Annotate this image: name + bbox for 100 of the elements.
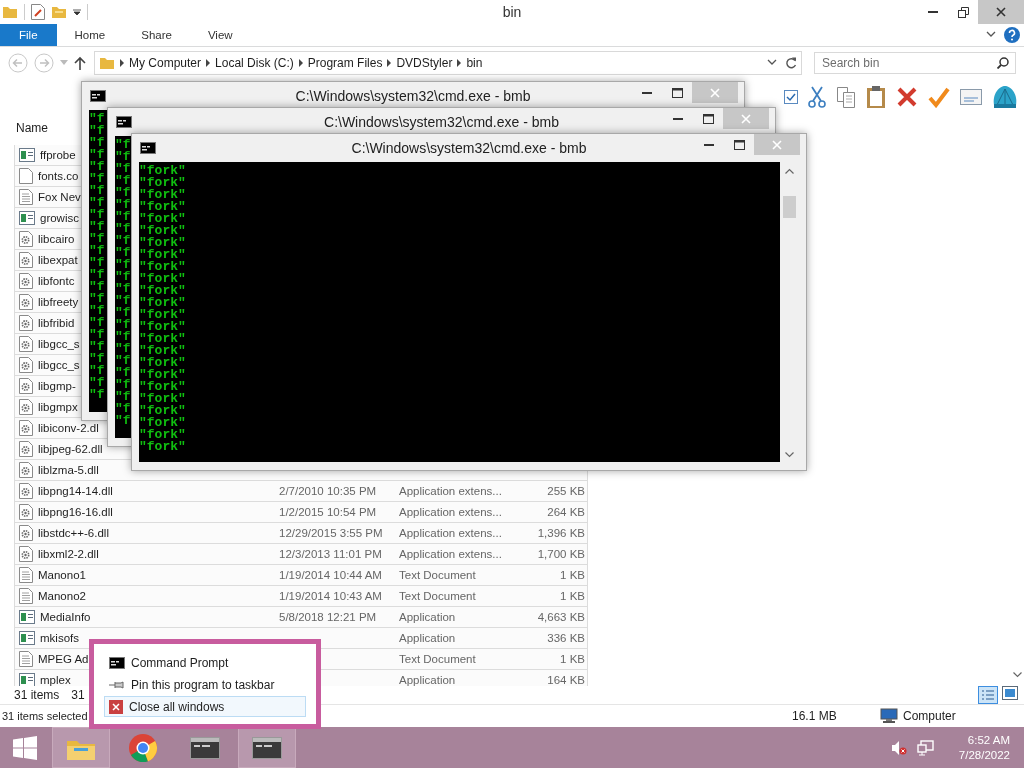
- search-field[interactable]: Search bin: [814, 52, 1016, 75]
- ribbon-tab[interactable]: Share: [123, 24, 190, 46]
- file-name: libpng16-16.dll: [38, 505, 113, 518]
- address-bar[interactable]: My Computer Local Disk (C:) Program Files DVDStyler bin: [94, 51, 802, 76]
- console-line: "f: [115, 211, 131, 223]
- breadcrumb-arrow-icon: [386, 59, 393, 68]
- ribbon-tab[interactable]: View: [189, 24, 251, 46]
- refresh-icon[interactable]: [785, 57, 797, 70]
- console-line: "f: [89, 329, 105, 341]
- breadcrumb[interactable]: Local Disk (C:): [215, 56, 294, 71]
- network-icon[interactable]: [916, 739, 935, 756]
- menu-item[interactable]: Pin this program to taskbar: [104, 674, 306, 695]
- scroll-up-icon[interactable]: [784, 168, 794, 174]
- dropdown-icon[interactable]: [73, 8, 81, 16]
- file-name: libgmp-: [38, 379, 76, 392]
- console-line: "f: [115, 139, 131, 151]
- file-name: MPEG Ad: [38, 652, 89, 665]
- file-name: mplex: [40, 673, 71, 686]
- thumbnail-view-icon[interactable]: [1002, 686, 1018, 701]
- file-size: 336 KB: [547, 631, 585, 644]
- close-icon: [996, 7, 1006, 17]
- details-view-icon[interactable]: [978, 686, 998, 705]
- column-header[interactable]: Name: [16, 120, 48, 135]
- console-line: "f: [115, 271, 131, 283]
- file-type: Text Document: [399, 568, 476, 581]
- breadcrumb-arrow-icon: [297, 59, 304, 68]
- help-icon[interactable]: [1004, 27, 1020, 43]
- file-name: libiconv-2.dl: [38, 421, 99, 434]
- application-icon: [19, 147, 35, 162]
- breadcrumb[interactable]: Program Files: [307, 56, 383, 71]
- ribbon-tab[interactable]: Home: [56, 24, 124, 46]
- console-line: "fork": [139, 249, 186, 261]
- console-line: "f: [89, 353, 105, 365]
- breadcrumb-arrow-icon: [456, 59, 463, 68]
- console-line: "f: [115, 235, 131, 247]
- taskbar-button[interactable]: [238, 727, 296, 768]
- breadcrumb-arrow-icon: [119, 59, 125, 68]
- console-line: "f: [89, 305, 105, 317]
- up-arrow-icon[interactable]: [74, 56, 86, 71]
- scrollbar-thumb[interactable]: [782, 196, 796, 218]
- file-name: libgcc_s: [38, 358, 80, 371]
- console-line: "f: [115, 319, 131, 331]
- breadcrumb[interactable]: My Computer: [129, 56, 202, 71]
- file-size: 1,396 KB: [537, 526, 585, 539]
- cmd-icon[interactable]: [190, 736, 220, 759]
- cmd-icon: [90, 90, 106, 102]
- check-box-icon[interactable]: [784, 89, 798, 104]
- file-type: Application: [399, 610, 456, 623]
- menu-item[interactable]: Command Prompt: [104, 652, 306, 673]
- file-name: MediaInfo: [40, 610, 91, 623]
- console-line: "f: [89, 209, 105, 221]
- application-icon: [19, 210, 35, 225]
- console-line: "fork": [139, 405, 186, 417]
- console-line: "fork": [139, 429, 186, 441]
- scroll-down-icon[interactable]: [784, 452, 794, 458]
- console-dialog[interactable]: [131, 133, 807, 471]
- console-line: "f: [89, 269, 105, 281]
- file-name: libgcc_s: [38, 337, 80, 350]
- envelope-icon[interactable]: [960, 88, 982, 105]
- console-line: "f: [89, 221, 105, 233]
- shell-icon[interactable]: [992, 84, 1018, 109]
- console-line: "f: [115, 199, 131, 211]
- cmd-icon[interactable]: [252, 736, 282, 759]
- file-name: libexpat: [38, 253, 78, 266]
- muted-speaker-icon[interactable]: [890, 739, 907, 756]
- scissors-icon[interactable]: [808, 85, 826, 108]
- file-name: fonts.co: [38, 169, 79, 182]
- chevron-down-icon[interactable]: [986, 31, 996, 39]
- breadcrumb[interactable]: bin: [466, 56, 483, 71]
- window-title: C:\Windows\system32\cmd.exe - bmb: [351, 140, 587, 156]
- console-line: "f: [89, 257, 105, 269]
- scroll-down-icon[interactable]: [1012, 672, 1022, 679]
- console-line: "fork": [139, 381, 186, 393]
- file-size: 264 KB: [547, 505, 585, 518]
- file-type: Application extens...: [399, 484, 502, 497]
- console-line: "f: [89, 377, 105, 389]
- console-line: "fork": [139, 417, 186, 429]
- chrome-icon[interactable]: [128, 732, 158, 763]
- console-line: "fork": [139, 273, 186, 285]
- file-name: libfribid: [38, 316, 75, 329]
- copy-icon[interactable]: [836, 85, 856, 108]
- cmd-icon: [116, 116, 132, 128]
- clipboard-icon[interactable]: [866, 84, 886, 109]
- modified-date: 5/8/2018 12:21 PM: [279, 610, 377, 623]
- properties-icon[interactable]: [31, 4, 45, 20]
- pin-icon: [109, 679, 125, 690]
- file-size: 164 KB: [547, 673, 585, 686]
- console-line: "f: [115, 163, 131, 175]
- modified-date: 12/29/2015 3:55 PM: [279, 526, 383, 539]
- breadcrumb[interactable]: DVDStyler: [396, 56, 453, 71]
- ribbon-tab[interactable]: File: [0, 24, 57, 46]
- file-name: libjpeg-62.dll: [38, 442, 103, 455]
- file-size: 255 KB: [547, 484, 585, 497]
- console-line: "f: [115, 379, 131, 391]
- delete-icon[interactable]: [896, 85, 918, 108]
- file-type: Application extens...: [399, 547, 502, 560]
- modified-date: 1/2/2015 10:54 PM: [279, 505, 377, 518]
- checkmark-icon[interactable]: [928, 85, 950, 108]
- menu-item[interactable]: Close all windows: [104, 696, 306, 717]
- breadcrumb-arrow-icon: [205, 59, 212, 68]
